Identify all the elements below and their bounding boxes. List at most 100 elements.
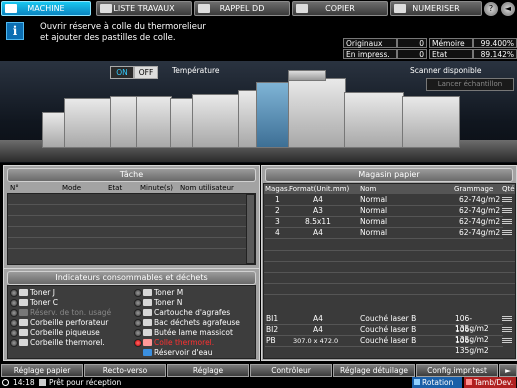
jobs-col-state: Etat [108, 184, 123, 192]
filestore-value: 89.142% [473, 49, 517, 59]
controller-button[interactable]: Contrôleur [250, 364, 332, 377]
jobs-col-mode: Mode [62, 184, 82, 192]
tray-row-3[interactable]: 3 8.5x11 Normal 62-74g/m2 [265, 217, 503, 228]
speaker-icon[interactable]: ◄ [501, 2, 515, 16]
inserter-row-bi1[interactable]: BI1 A4 Couché laser B 106-135g/m2 [265, 314, 503, 333]
tab-machine[interactable]: MACHINE [1, 1, 91, 16]
bi2-level-icon [502, 327, 512, 333]
paper-panel-title: Magasin papier [265, 168, 513, 182]
jobs-col-minutes: Minute(s) [140, 184, 174, 192]
tamb-icon [466, 379, 472, 385]
jobs-col-number: N° [10, 184, 19, 192]
alert-dot-icon [134, 339, 142, 347]
tray-3-level-icon [502, 219, 512, 225]
paper-setting-button[interactable]: Réglage papier [1, 364, 83, 377]
memory-label: Mémoire [429, 38, 473, 48]
punch-waste-icon [19, 319, 28, 326]
decurl-adjust-button[interactable]: Réglage détuilage [333, 364, 415, 377]
water-tank-icon [143, 349, 152, 356]
inserter-unit [238, 90, 258, 148]
temperature-label: Température [172, 66, 220, 75]
help-icon[interactable]: ? [484, 2, 498, 16]
paper-table: Magas. Format(Unit.mm) Nom Grammage Qté … [263, 183, 516, 359]
tray-1-level-icon [502, 197, 512, 203]
printer-body [288, 78, 346, 148]
duplex-button[interactable]: Recto-verso [84, 364, 166, 377]
counters-panel: Originaux 0 Mémoire 99.400% En impress. … [343, 38, 517, 69]
paper-col-tray: Magas. [265, 185, 290, 193]
toner-icon [143, 289, 152, 296]
binder-unit [136, 96, 172, 148]
hdd-icon [198, 4, 210, 13]
waste-toner-icon [19, 309, 28, 316]
staple-cartridge-icon [143, 309, 152, 316]
scanner-unit [288, 70, 326, 81]
temperature-off-button[interactable]: OFF [134, 66, 158, 79]
clock-icon [2, 379, 9, 386]
message-line-2: et ajouter des pastilles de colle. [40, 33, 176, 43]
main-engine-unit [256, 82, 290, 148]
machine-icon [5, 4, 17, 13]
tab-copy[interactable]: COPIER [292, 1, 388, 16]
message-line-1: Ouvrir réserve à colle du thermorelieur [40, 22, 206, 32]
printing-label: En impress. [343, 49, 397, 59]
finisher-unit [42, 112, 66, 148]
rotation-icon [414, 379, 420, 385]
consumables-list: Toner J Toner C Réserv. de ton. usagé Co… [7, 285, 256, 359]
tray-2-level-icon [502, 208, 512, 214]
bi1-level-icon [502, 316, 512, 322]
filestore-label: Etat fichier [429, 49, 473, 69]
scanner-status: Scanner disponible [410, 66, 482, 75]
relay-unit [170, 98, 194, 148]
pb-level-icon [502, 338, 512, 344]
jobs-scrollbar[interactable] [246, 194, 255, 264]
toner-icon [19, 289, 28, 296]
stapler-waste-icon [19, 329, 28, 336]
jobs-col-user: Nom utilisateur [180, 184, 234, 192]
scan-icon [394, 4, 406, 13]
toner-icon [19, 299, 28, 306]
tray-row-1[interactable]: 1 A4 Normal 62-74g/m2 [265, 195, 503, 206]
tab-job-list[interactable]: LISTE TRAVAUX [96, 1, 192, 16]
stapler-bin-icon [143, 319, 152, 326]
consumables-panel: Indicateurs consommables et déchets Tone… [3, 268, 260, 361]
status-bar: 14:18 Prêt pour réception Rotation Tamb/… [0, 377, 517, 388]
info-icon: i [6, 22, 24, 40]
inserter-row-pb[interactable]: PB 307.0 x 472.0 Couché laser B 106-135g… [265, 336, 503, 355]
ready-icon [39, 379, 46, 386]
consumables-panel-title: Indicateurs consommables et déchets [7, 271, 256, 285]
tray-row-2[interactable]: 2 A3 Normal 62-74g/m2 [265, 206, 503, 217]
next-arrow-icon[interactable]: ► [499, 364, 517, 377]
tab-recall[interactable]: RAPPEL DD [194, 1, 290, 16]
status-text: Prêt pour réception [49, 378, 122, 387]
memory-value: 99.400% [473, 38, 517, 48]
copy-icon [296, 4, 308, 13]
glue-icon [143, 339, 152, 346]
temperature-on-button[interactable]: ON [110, 66, 134, 79]
originals-label: Originaux [343, 38, 397, 48]
inserter-row-bi2[interactable]: BI2 A4 Couché laser B 106-135g/m2 [265, 325, 503, 344]
punch-unit [192, 94, 240, 148]
calibrate-button[interactable]: Lancer échantillon [426, 78, 514, 91]
rotation-indicator: Rotation [412, 377, 462, 388]
adjustment-button[interactable]: Réglage [167, 364, 249, 377]
tab-scan[interactable]: NUMERISER [390, 1, 482, 16]
originals-value: 0 [397, 38, 427, 48]
jobs-panel-title: Tâche [7, 168, 256, 182]
paper-feed-unit [344, 92, 404, 148]
status-time: 14:18 [13, 378, 35, 387]
jobs-panel: Tâche N° Mode Etat Minute(s) Nom utilisa… [3, 165, 260, 269]
bookletmaker-unit [64, 98, 112, 148]
paper-table-header: Magas. Format(Unit.mm) Nom Grammage Qté [264, 184, 515, 194]
list-icon [100, 4, 112, 13]
tamb-indicator: Tamb/Dev. [464, 377, 516, 388]
tray-row-4[interactable]: 4 A4 Normal 62-74g/m2 [265, 228, 503, 239]
paper-tray-panel: Magasin papier Magas. Format(Unit.mm) No… [261, 165, 517, 361]
jobs-list[interactable] [7, 193, 256, 265]
binder-waste-icon [19, 339, 28, 346]
trimmer-icon [143, 329, 152, 336]
paper-col-qty: Qté [502, 185, 515, 193]
test-print-button[interactable]: Config.impr.test [416, 364, 498, 377]
stacker-unit [110, 96, 138, 148]
printing-value: 0 [397, 49, 427, 59]
